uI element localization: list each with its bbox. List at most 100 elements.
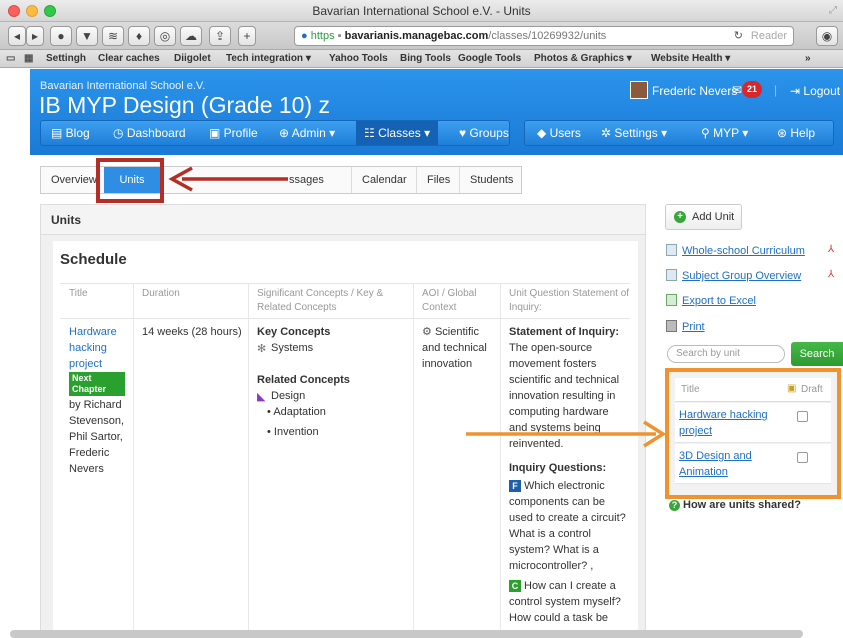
related-concept-main: ◣ Design [257, 388, 407, 404]
draft-icon: ▣ [787, 383, 797, 394]
tab-students[interactable]: Students [470, 167, 513, 193]
bookmark-tech-integration[interactable]: Tech integration ▾ [226, 53, 311, 64]
logout-link[interactable]: ⇥ Logout [790, 84, 840, 98]
tab-calendar[interactable]: Calendar [362, 167, 407, 193]
extension-icon-right[interactable]: ◉ [816, 26, 838, 46]
divider: | [774, 83, 778, 97]
export-label: Export to Excel [682, 295, 756, 307]
bookmark-photos-graphics[interactable]: Photos & Graphics ▾ [534, 53, 632, 64]
nav-groups[interactable]: ♥ Groups [459, 121, 509, 145]
share-icon[interactable]: ⇪ [209, 26, 231, 46]
nav-admin[interactable]: ⊕ Admin ▾ [279, 121, 335, 145]
next-chapter-badge: Next Chapter [69, 372, 125, 396]
school-name: Bavarian International School e.V. [40, 80, 206, 92]
list-item: Hardware hacking project [675, 403, 831, 443]
unit-list-draft-header: Draft [801, 384, 823, 395]
whole-school-curriculum-link[interactable]: Whole-school Curriculum [666, 244, 805, 257]
plus-icon: + [674, 211, 686, 223]
column-header-inquiry: Unit Question Statement of Inquiry: [509, 288, 630, 313]
tab-messages[interactable]: ssages [289, 167, 324, 193]
horizontal-scrollbar[interactable] [10, 630, 803, 638]
subject-group-overview-link[interactable]: Subject Group Overview [666, 269, 801, 282]
bookmark-yahoo-tools[interactable]: Yahoo Tools [329, 53, 388, 64]
nav-myp[interactable]: ⚲ MYP ▾ [701, 121, 748, 145]
user-icon: ◆ [537, 126, 550, 140]
column-header-title: Title [69, 288, 88, 299]
pin-icon[interactable]: ♦ [128, 26, 150, 46]
add-unit-button[interactable]: + Add Unit [665, 204, 742, 230]
nav-blog[interactable]: ▤ Blog [51, 121, 90, 145]
unit-link[interactable]: Hardware hacking project [679, 407, 789, 439]
nav-dashboard-label: Dashboard [126, 126, 186, 140]
nav-help[interactable]: ⊛ Help [777, 121, 815, 145]
nav-classes-label: Classes [378, 126, 421, 140]
unit-list-box: Title ▣ Draft Hardware hacking project 3… [665, 368, 841, 499]
bookmarks-overflow[interactable]: » [805, 53, 811, 64]
document-icon [666, 269, 677, 281]
pocket-icon[interactable]: ▼ [76, 26, 98, 46]
chevron-down-icon: ▾ [738, 126, 749, 140]
user-name[interactable]: Frederic Nevers [652, 84, 737, 98]
aoi-text: Scientific and technical innovation [422, 326, 487, 370]
conceptual-question-text: How can I create a control system myself… [509, 580, 621, 624]
search-input[interactable]: Search by unit [667, 345, 785, 363]
reload-icon[interactable]: ↻ [734, 27, 743, 45]
nav-classes[interactable]: ☷ Classes ▾ [356, 121, 439, 145]
nav-users[interactable]: ◆ Users [537, 121, 581, 145]
column-header-concepts: Significant Concepts / Key & Related Con… [257, 288, 384, 313]
systems-icon: ✻ [257, 343, 267, 355]
related-sub2-text: Invention [273, 426, 319, 438]
reader-button[interactable]: Reader [751, 27, 787, 45]
address-bar[interactable]: ● https ▪ bavarianis.managebac.com/class… [294, 26, 794, 46]
nav-group-right: ◆ Users ✲ Settings ▾ ⚲ MYP ▾ ⊛ Help [524, 120, 834, 146]
cloud-icon[interactable]: ☁ [180, 26, 202, 46]
avatar[interactable] [630, 81, 648, 99]
nav-dashboard[interactable]: ◷ Dashboard [113, 121, 186, 145]
draft-checkbox[interactable] [797, 411, 808, 422]
print-link[interactable]: Print [666, 320, 705, 333]
dashboard-icon: ◷ [113, 126, 127, 140]
related-concepts-label: Related Concepts [257, 374, 350, 386]
back-icon[interactable]: ◂ [8, 26, 26, 46]
grid-icon[interactable]: ▦ [24, 53, 33, 64]
tab-overview[interactable]: Overview [51, 167, 97, 193]
extension-icon[interactable]: ● [50, 26, 72, 46]
search-button[interactable]: Search [791, 342, 843, 366]
message-count-badge[interactable]: 21 [742, 81, 762, 98]
nav-help-label: Help [790, 126, 816, 140]
bookmark-website-health[interactable]: Website Health ▾ [651, 53, 730, 64]
orange-arrow-annotation [466, 420, 667, 448]
mail-icon[interactable]: ✉ [732, 83, 742, 97]
book-icon[interactable]: ▭ [6, 53, 15, 64]
pdf-icon[interactable]: ⅄ [828, 269, 834, 280]
units-shared-help-link[interactable]: ? How are units shared? [669, 499, 801, 511]
inquiry-question-conceptual: C How can I create a control system mysel… [509, 578, 629, 626]
factual-badge: F [509, 480, 521, 492]
profile-icon: ▣ [209, 126, 224, 140]
forward-icon[interactable]: ▸ [26, 26, 44, 46]
nav-groups-label: Groups [469, 126, 509, 140]
draft-checkbox[interactable] [797, 452, 808, 463]
tab-files[interactable]: Files [427, 167, 450, 193]
nav-profile-label: Profile [223, 126, 258, 140]
export-excel-link[interactable]: Export to Excel [666, 294, 756, 307]
nav-group-left: ▤ Blog ◷ Dashboard ▣ Profile ⊕ Admin ▾ ☷… [40, 120, 510, 146]
related-main-text: Design [271, 390, 306, 402]
bookmark-diigolet[interactable]: Diigolet [174, 53, 211, 64]
concepts-cell: Key Concepts ✻ Systems Related Concepts ◣… [257, 324, 407, 440]
nav-profile[interactable]: ▣ Profile [209, 121, 258, 145]
bookmark-google-tools[interactable]: Google Tools [458, 53, 521, 64]
key-concept-text: Systems [271, 342, 314, 354]
column-divider [133, 283, 134, 638]
stack-icon[interactable]: ≋ [102, 26, 124, 46]
unit-link[interactable]: 3D Design and Animation [679, 448, 789, 480]
bookmark-clear-caches[interactable]: Clear caches [98, 53, 160, 64]
unit-title-link[interactable]: Hardware hacking project [69, 324, 129, 372]
nav-settings[interactable]: ✲ Settings ▾ [601, 121, 667, 145]
pdf-icon[interactable]: ⅄ [828, 244, 834, 255]
help-icon: ? [669, 500, 680, 511]
new-tab-icon[interactable]: + [238, 26, 256, 46]
bookmark-settingh[interactable]: Settingh [46, 53, 86, 64]
record-icon[interactable]: ◎ [154, 26, 176, 46]
bookmark-bing-tools[interactable]: Bing Tools [400, 53, 451, 64]
